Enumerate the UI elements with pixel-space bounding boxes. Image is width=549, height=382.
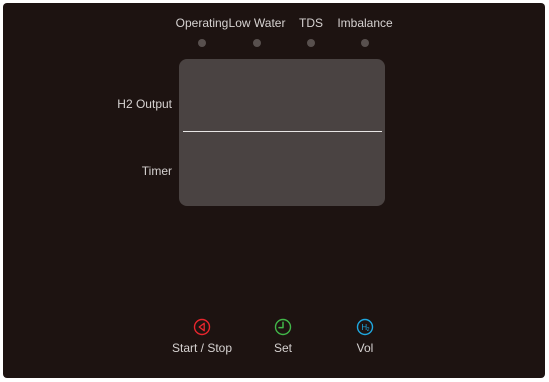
- timer-label: Timer: [141, 164, 172, 178]
- vol-label: Vol: [356, 341, 374, 355]
- start-stop-button[interactable]: Start / Stop: [162, 318, 242, 355]
- operating-led: [198, 39, 206, 47]
- vol-button[interactable]: H 2 Vol: [325, 318, 405, 355]
- tds-led: [307, 39, 315, 47]
- indicator-imbalance: Imbalance: [333, 16, 397, 47]
- set-button[interactable]: Set: [243, 318, 323, 355]
- low-water-led: [253, 39, 261, 47]
- play-icon: [193, 318, 211, 336]
- indicator-imbalance-label: Imbalance: [337, 16, 393, 30]
- h2-icon: H 2: [356, 318, 374, 336]
- set-label: Set: [273, 341, 292, 355]
- h2-output-label: H2 Output: [117, 97, 172, 111]
- display-divider: [183, 131, 382, 132]
- display-screen: [179, 59, 385, 206]
- svg-text:2: 2: [367, 327, 370, 333]
- clock-icon: [274, 318, 292, 336]
- start-stop-label: Start / Stop: [171, 341, 233, 355]
- imbalance-led: [361, 39, 369, 47]
